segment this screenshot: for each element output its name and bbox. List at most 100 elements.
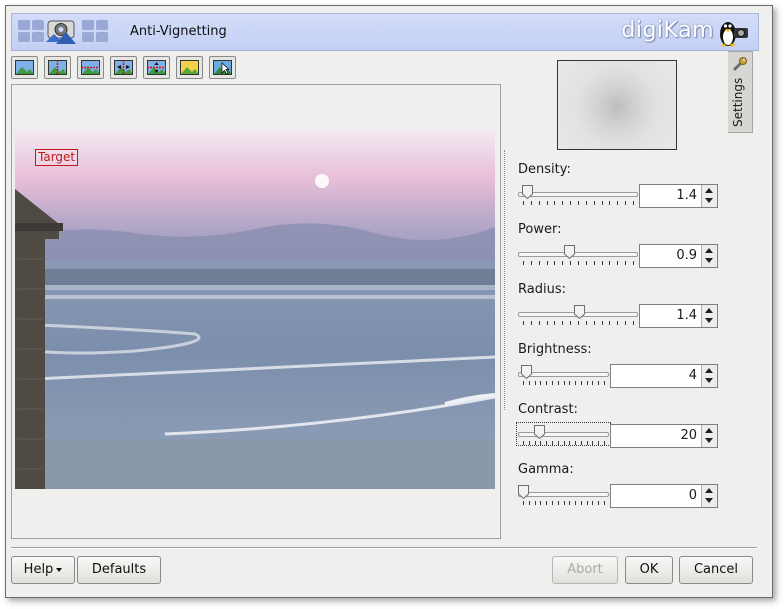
slider-tick [523,261,524,265]
brightness-value[interactable]: 4 [689,368,697,383]
split-horizontal-button[interactable] [77,56,104,79]
abort-button[interactable]: Abort [552,556,618,584]
arrow-up-icon[interactable] [705,368,713,373]
brightness-stepper[interactable] [701,365,717,387]
slider-tick [617,321,618,325]
slider-tick [569,501,570,505]
slider-tick [531,201,532,205]
radius-value[interactable]: 1.4 [676,308,697,323]
gamma-slider-handle[interactable] [518,485,529,499]
contrast-spinbox[interactable]: 20 [610,424,718,448]
slider-tick [586,321,587,325]
slider-tick [633,201,634,205]
defaults-button[interactable]: Defaults [77,556,161,584]
split-vertical-button[interactable] [44,56,71,79]
slider-tick [633,261,634,265]
contrast-label: Contrast: [518,402,578,417]
target-label: Target [35,149,79,166]
power-slider[interactable] [518,244,638,265]
slider-tick [625,321,626,325]
slider-tick [592,441,593,445]
split-vertical-dual-button[interactable] [110,56,137,79]
preview-image[interactable] [15,129,495,489]
slider-tick [523,321,524,325]
arrow-down-icon[interactable] [705,498,713,503]
arrow-down-icon[interactable] [705,318,713,323]
gamma-slider-groove[interactable] [518,492,609,497]
slider-tick [625,261,626,265]
power-spinbox[interactable]: 0.9 [639,244,718,268]
split-horizontal-dual-button[interactable] [143,56,170,79]
density-slider-handle[interactable] [522,185,533,199]
slider-tick [594,201,595,205]
slider-tick [569,441,570,445]
power-slider-groove[interactable] [518,252,638,257]
slider-tick [633,321,634,325]
gamma-stepper[interactable] [701,485,717,507]
contrast-slider[interactable] [516,422,611,446]
density-value[interactable]: 1.4 [676,188,697,203]
slider-tick [535,381,536,385]
target-image-button[interactable] [176,56,203,79]
slider-tick [602,201,603,205]
slider-tick [554,321,555,325]
slider-tick [558,381,559,385]
power-stepper[interactable] [701,245,717,267]
slider-tick [581,441,582,445]
slider-tick [592,501,593,505]
help-button[interactable]: Help [11,556,75,584]
original-image-button[interactable] [11,56,38,79]
arrow-up-icon[interactable] [705,248,713,253]
arrow-up-icon[interactable] [705,428,713,433]
slider-tick [587,381,588,385]
density-spinbox[interactable]: 1.4 [639,184,718,208]
radius-slider-handle[interactable] [574,305,585,319]
slider-tick [625,201,626,205]
density-slider-groove[interactable] [518,192,638,197]
over-under-exposure-icon [213,60,232,75]
brightness-slider-handle[interactable] [521,365,532,379]
arrow-down-icon[interactable] [705,378,713,383]
gamma-spinbox[interactable]: 0 [610,484,718,508]
density-slider[interactable] [518,184,638,205]
panel-splitter-handle[interactable] [504,150,507,410]
slider-tick [531,321,532,325]
slider-tick [523,201,524,205]
contrast-slider-handle[interactable] [534,425,545,439]
slider-tick [552,441,553,445]
density-stepper[interactable] [701,185,717,207]
power-value[interactable]: 0.9 [676,248,697,263]
arrow-up-icon[interactable] [705,188,713,193]
slider-tick [609,261,610,265]
arrow-up-icon[interactable] [705,308,713,313]
slider-tick [587,501,588,505]
slider-tick [540,381,541,385]
contrast-value[interactable]: 20 [680,428,697,443]
radius-slider-ticks [518,321,638,327]
slider-tick [602,261,603,265]
brightness-spinbox[interactable]: 4 [610,364,718,388]
arrow-down-icon[interactable] [705,438,713,443]
slider-tick [564,381,565,385]
contrast-slider-groove[interactable] [518,432,609,437]
slider-tick [609,201,610,205]
arrow-down-icon[interactable] [705,198,713,203]
gamma-slider[interactable] [518,484,609,505]
power-slider-handle[interactable] [564,245,575,259]
chevron-down-icon [56,567,63,572]
slider-tick [602,321,603,325]
slider-tick [581,381,582,385]
ok-button[interactable]: OK [625,556,673,584]
slider-tick [529,381,530,385]
radius-slider[interactable] [518,304,638,327]
radius-stepper[interactable] [701,305,717,327]
brightness-slider[interactable] [518,364,609,385]
contrast-stepper[interactable] [701,425,717,447]
cancel-button[interactable]: Cancel [679,556,753,584]
radius-spinbox[interactable]: 1.4 [639,304,718,328]
exposure-indicator-button[interactable] [209,56,236,79]
arrow-up-icon[interactable] [705,488,713,493]
gamma-value[interactable]: 0 [689,488,697,503]
arrow-down-icon[interactable] [705,258,713,263]
tab-settings[interactable]: Settings [728,51,753,133]
